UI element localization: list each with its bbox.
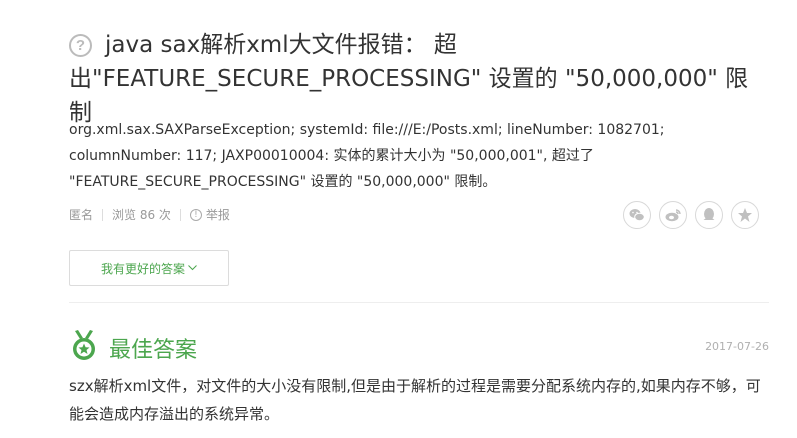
qzone-icon[interactable]	[731, 201, 759, 229]
view-count: 浏览 86 次	[112, 208, 171, 222]
best-answer-header: 最佳答案 2017-07-26	[69, 330, 769, 364]
report-link[interactable]: ! 举报	[189, 206, 230, 223]
chevron-down-icon	[188, 263, 197, 274]
report-label: 举报	[205, 208, 230, 222]
question-header: ? java sax解析xml大文件报错： 超出"FEATURE_SECURE_…	[69, 28, 769, 130]
report-icon: !	[189, 208, 202, 221]
question-circle-icon: ?	[69, 34, 92, 57]
wechat-icon[interactable]	[623, 201, 651, 229]
answer-date: 2017-07-26	[705, 340, 769, 353]
section-divider	[69, 302, 769, 303]
share-buttons	[623, 201, 759, 229]
author-name: 匿名	[69, 208, 94, 222]
qq-icon[interactable]	[695, 201, 723, 229]
meta-separator	[179, 208, 181, 221]
question-meta: 匿名 浏览 86 次 ! 举报	[69, 206, 230, 223]
medal-icon	[71, 330, 97, 366]
question-description: org.xml.sax.SAXParseException; systemId:…	[69, 122, 665, 190]
question-title: java sax解析xml大文件报错： 超出"FEATURE_SECURE_PR…	[69, 32, 749, 126]
question-title-row: ? java sax解析xml大文件报错： 超出"FEATURE_SECURE_…	[69, 28, 769, 130]
better-answer-button[interactable]: 我有更好的答案	[69, 250, 229, 286]
meta-separator	[102, 208, 104, 221]
best-answer-text: szx解析xml文件，对文件的大小没有限制,但是由于解析的过程是需要分配系统内存…	[69, 377, 761, 423]
better-answer-label: 我有更好的答案	[100, 261, 185, 276]
best-answer-label: 最佳答案	[109, 338, 198, 363]
weibo-icon[interactable]	[659, 201, 687, 229]
